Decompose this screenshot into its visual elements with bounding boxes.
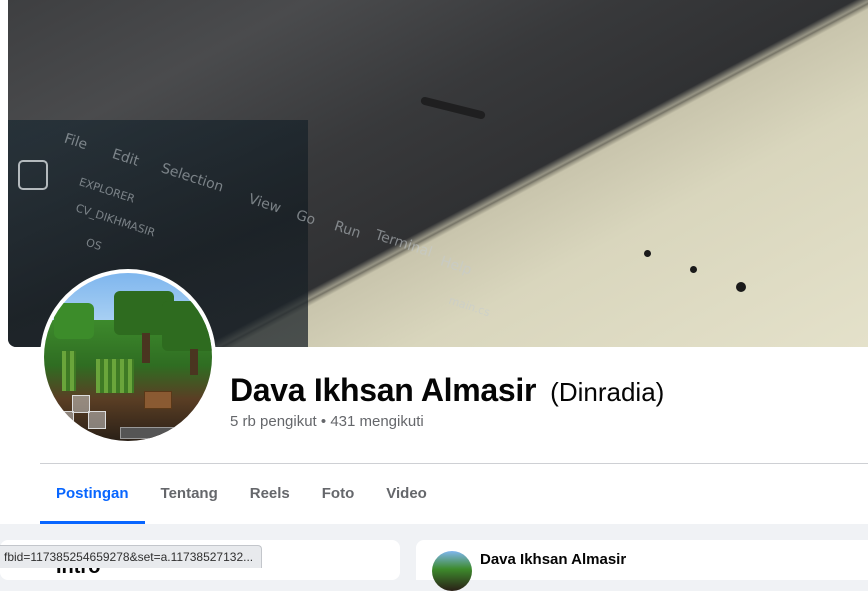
cover-speaker-grill <box>420 96 486 120</box>
tab-video[interactable]: Video <box>370 464 443 524</box>
post-author-avatar[interactable] <box>432 551 472 591</box>
profile-picture-frame <box>40 269 216 445</box>
cover-copy-icon <box>18 160 48 190</box>
avatar-trunk <box>190 349 198 375</box>
cover-menu-word: Terminal <box>372 227 435 261</box>
cover-tab-word: main.cs <box>447 293 492 320</box>
tab-tentang[interactable]: Tentang <box>145 464 234 524</box>
cover-menu-word: Run <box>332 218 363 242</box>
follower-stats[interactable]: 5 rb pengikut • 431 mengikuti <box>230 413 424 430</box>
status-bar-url: fbid=117385254659278&set=a.11738527132..… <box>0 545 263 568</box>
post-author-name[interactable]: Dava Ikhsan Almasir <box>480 551 626 568</box>
tab-foto[interactable]: Foto <box>306 464 370 524</box>
profile-name-block: Dava Ikhsan Almasir (Dinradia) <box>230 372 664 409</box>
avatar-crops <box>62 351 76 391</box>
cover-menu-word: Help <box>438 253 474 279</box>
cover-dot <box>644 250 651 257</box>
avatar-dpad-left <box>56 411 74 429</box>
profile-name: Dava Ikhsan Almasir <box>230 372 537 408</box>
profile-header: File Edit Selection View Go Run Terminal… <box>0 0 868 524</box>
avatar-dpad-right <box>88 411 106 429</box>
avatar-crops <box>96 359 134 393</box>
cover-dot <box>690 266 697 273</box>
profile-tabs: Postingan Tentang Reels Foto Video <box>40 464 443 524</box>
avatar-tree <box>54 303 94 339</box>
tab-postingan[interactable]: Postingan <box>40 464 145 524</box>
avatar-trunk <box>142 333 150 363</box>
cover-dot <box>736 282 746 292</box>
avatar-tree <box>162 301 212 351</box>
avatar-hotbar <box>120 427 182 439</box>
avatar-crafting-table <box>144 391 172 409</box>
tab-reels[interactable]: Reels <box>234 464 306 524</box>
profile-alternate-name: (Dinradia) <box>550 377 665 407</box>
profile-picture[interactable] <box>44 273 212 441</box>
